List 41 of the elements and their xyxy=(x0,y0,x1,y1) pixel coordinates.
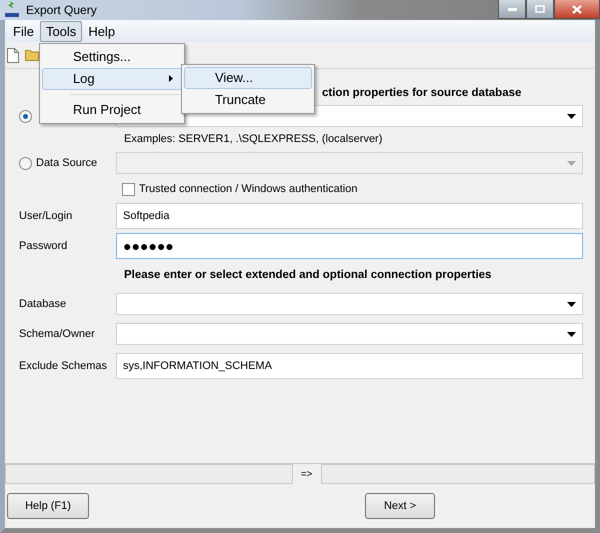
menu-item[interactable]: Help xyxy=(82,20,122,42)
section-heading: Please enter or select extended and optional connection properties xyxy=(123,268,492,283)
submenu-arrow-icon xyxy=(168,75,173,82)
menu-entry[interactable]: Truncate xyxy=(184,88,312,110)
password-field[interactable]: ●●●●●● xyxy=(116,233,583,259)
input-field[interactable]: Softpedia xyxy=(116,203,583,229)
menu-item[interactable]: Tools xyxy=(40,20,82,42)
menu-item[interactable]: File xyxy=(7,20,40,42)
new-document-icon[interactable] xyxy=(7,48,19,62)
menu-entry[interactable]: View... xyxy=(184,66,312,88)
maximize-icon xyxy=(535,5,545,13)
minimize-icon xyxy=(508,8,516,10)
radio-label: Data Source xyxy=(36,157,98,169)
input-field[interactable]: sys,INFORMATION_SCHEMA xyxy=(116,353,583,379)
field-label: Password xyxy=(19,240,68,252)
radio-button[interactable] xyxy=(19,110,32,122)
menu-entry[interactable]: Log xyxy=(42,68,182,90)
minimize-button[interactable] xyxy=(498,0,526,19)
status-separator: => xyxy=(300,468,314,482)
maximize-button[interactable] xyxy=(526,0,554,19)
menu-entry[interactable]: Settings... xyxy=(42,46,182,68)
checkbox[interactable] xyxy=(122,182,135,196)
close-icon xyxy=(572,4,582,14)
close-button[interactable] xyxy=(554,0,600,19)
dialog-button[interactable]: Next > xyxy=(365,493,435,519)
app-icon xyxy=(4,1,20,19)
field-label: User/Login xyxy=(19,210,72,222)
field-label: Database xyxy=(19,298,66,310)
folder-icon[interactable] xyxy=(25,49,39,61)
window-title: Export Query xyxy=(26,3,97,17)
examples-hint: Examples: SERVER1, .\SQLEXPRESS, (localserver) xyxy=(123,132,384,147)
section-heading: ction properties for source database xyxy=(322,87,522,99)
field-label: Schema/Owner xyxy=(19,328,95,340)
dialog-button[interactable]: Help (F1) xyxy=(7,493,89,519)
checkbox-label: Trusted connection / Windows authentication xyxy=(139,183,358,195)
dropdown-arrow-icon xyxy=(567,332,576,336)
menu-entry[interactable]: Run Project xyxy=(42,98,182,120)
dropdown-arrow-icon xyxy=(567,302,576,306)
field-label: Exclude Schemas xyxy=(19,360,108,372)
dropdown-arrow-icon xyxy=(567,160,576,166)
dropdown-arrow-icon xyxy=(567,114,576,118)
